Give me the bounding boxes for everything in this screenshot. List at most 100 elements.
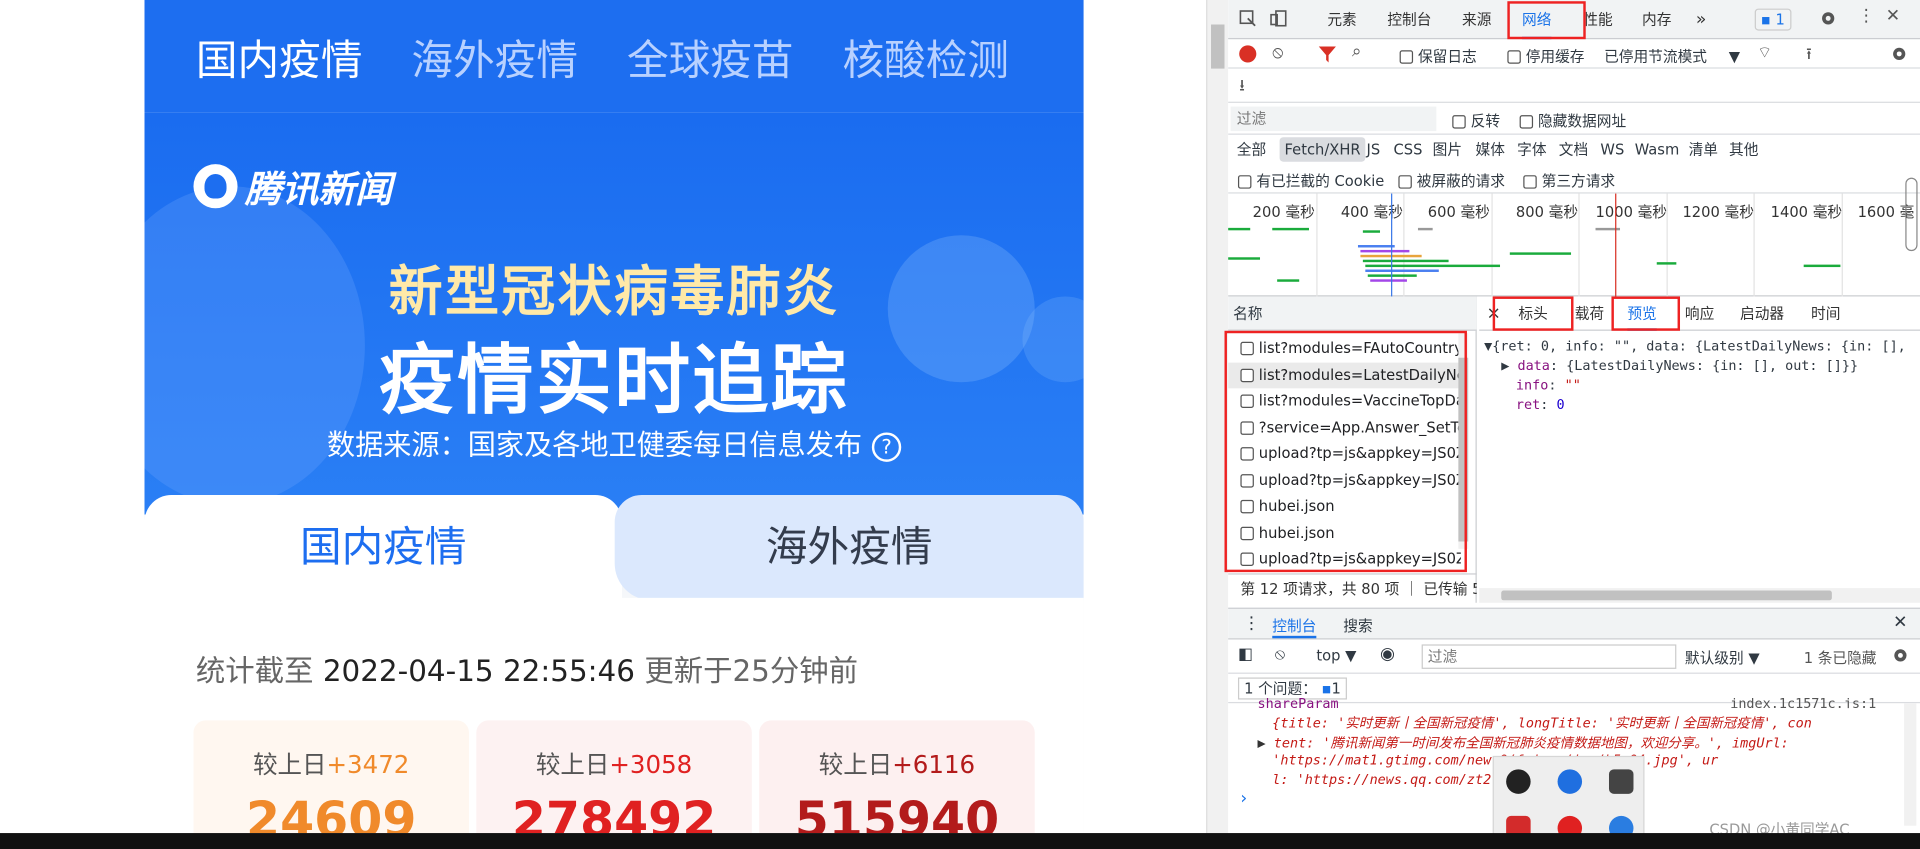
screenshot: 国内疫情 海外疫情 全球疫苗 核酸检测 腾讯新闻 新型冠状病毒肺炎 疫情实时追踪… [0,0,1920,849]
bluetooth-icon[interactable] [1557,769,1583,794]
preview-root[interactable]: ▼{ret: 0, info: "", data: {LatestDailyNe… [1484,338,1906,354]
checkbox[interactable] [1523,175,1537,189]
log-level-select[interactable]: 默认级别 ▼ [1685,647,1760,668]
devtools-tabbar: 元素 控制台 来源 网络 性能 内存 » ▪ 1 ⋮ ✕ [1228,0,1920,40]
stat-card: 较上日+3472 24609 [193,720,469,834]
tab-memory[interactable]: 内存 [1642,0,1671,39]
tab-payload[interactable]: 载荷 [1575,296,1604,330]
network-overview-timeline[interactable]: 200 毫秒 400 毫秒 600 毫秒 800 毫秒 1000 毫秒 1200… [1228,193,1920,297]
record-icon[interactable] [1239,45,1257,63]
blocked-cookies-checkbox[interactable]: 有已拦截的 Cookie [1237,170,1384,191]
type-filter-css[interactable]: CSS [1389,137,1428,162]
console-scrollbar[interactable] [1904,703,1917,826]
drawer-tab-search[interactable]: 搜索 [1343,615,1372,636]
third-party-label: 第三方请求 [1541,172,1616,190]
close-devtools-icon[interactable]: ✕ [1886,6,1900,26]
network-conditions-icon[interactable]: ⌔ [1757,43,1772,62]
timeline-bar [1365,264,1501,268]
preserve-log-checkbox[interactable]: 保留日志 [1399,45,1477,66]
filter-icon[interactable] [1318,44,1338,64]
tab-timing[interactable]: 时间 [1811,296,1840,330]
context-select[interactable]: top ▼ [1316,647,1356,664]
close-drawer-icon[interactable]: ✕ [1893,613,1907,633]
type-filter-img[interactable]: 图片 [1428,137,1467,162]
invert-checkbox[interactable]: 反转 [1452,110,1500,131]
preview-data-node[interactable]: ▶ data: {LatestDailyNews: {in: [], out: … [1501,358,1858,374]
context-value: top [1316,646,1341,665]
checkbox[interactable] [1519,115,1534,129]
expand-triangle-icon[interactable]: ▶ [1258,735,1274,751]
console-settings-gear-icon[interactable] [1891,646,1911,666]
checkbox[interactable] [1452,115,1466,129]
timeline-resize-handle[interactable] [1905,177,1918,252]
export-har-icon[interactable]: ⭳ [1239,75,1245,102]
security-shield-icon[interactable] [1608,769,1634,794]
eye-icon[interactable]: ◉ [1380,644,1395,664]
scrollbar-thumb[interactable] [1501,590,1832,601]
type-filter-ws[interactable]: WS [1596,137,1630,162]
issues-badge[interactable]: ▪ 1 [1754,8,1791,31]
drawer-tab-console[interactable]: 控制台 [1272,615,1317,639]
horizontal-scrollbar[interactable] [1479,588,1920,603]
blocked-requests-checkbox[interactable]: 被屏蔽的请求 [1398,170,1505,191]
type-filter-js[interactable]: JS [1362,137,1385,162]
json-value: {LatestDailyNews: {in: [], out: []}} [1566,357,1859,374]
throttle-select[interactable]: 已停用节流模式 ▼ [1604,45,1740,66]
checkbox[interactable] [1507,50,1521,64]
nav-tab-vaccine[interactable]: 全球疫苗 [627,26,794,86]
hide-data-urls-checkbox[interactable]: 隐藏数据网址 [1519,110,1626,131]
tab-console[interactable]: 控制台 [1387,0,1431,39]
nav-tab-overseas[interactable]: 海外疫情 [411,26,578,86]
nav-tab-domestic[interactable]: 国内疫情 [196,26,363,86]
console-source-link[interactable]: index.1c1571c.js:1 [1730,696,1876,708]
qq-penguin-icon[interactable] [1506,769,1531,794]
type-filter-doc[interactable]: 文档 [1554,137,1593,162]
type-filter-font[interactable]: 字体 [1512,137,1551,162]
checkbox[interactable] [1399,50,1414,64]
inspect-element-icon[interactable] [1238,9,1258,29]
filter-row: 过滤 反转 隐藏数据网址 [1228,103,1920,135]
import-har-icon[interactable]: ⭱ [1806,43,1812,70]
checkbox[interactable] [1237,175,1252,189]
nav-tab-nucleic-test[interactable]: 核酸检测 [842,26,1009,86]
network-filter-input[interactable]: 过滤 [1230,106,1437,132]
more-tabs-button[interactable]: » [1696,0,1707,39]
tab-domestic[interactable]: 国内疫情 [144,494,623,601]
drawer-menu-icon[interactable]: ⋮ [1243,614,1260,634]
tab-performance[interactable]: 性能 [1583,0,1612,39]
issues-count: 1 [1331,679,1341,698]
type-filter-fetch-xhr[interactable]: Fetch/XHR [1279,137,1366,162]
type-filter-wasm[interactable]: Wasm [1630,137,1684,162]
console-filter-input[interactable]: 过滤 [1421,644,1677,669]
type-filter-media[interactable]: 媒体 [1471,137,1510,162]
name-column-header[interactable]: 名称 [1228,296,1477,331]
scrollbar-thumb[interactable] [1211,24,1225,69]
stat-card: 较上日+3058 278492 [476,720,752,834]
type-filter-all[interactable]: 全部 [1232,137,1271,162]
tab-initiator[interactable]: 启动器 [1740,296,1784,330]
sidebar-toggle-icon[interactable]: ◧ [1238,646,1253,664]
tab-overseas[interactable]: 海外疫情 [614,494,1084,601]
tab-sources[interactable]: 来源 [1462,0,1491,39]
clear-icon[interactable]: ⦸ [1272,43,1283,63]
help-icon[interactable]: ? [871,431,902,462]
clear-console-icon[interactable]: ⦸ [1275,646,1285,664]
timeline-bar [1228,257,1261,260]
type-filter-manifest[interactable]: 清单 [1684,137,1723,162]
tab-elements[interactable]: 元素 [1327,0,1356,39]
timeline-label: 200 毫秒 [1252,203,1315,221]
console-prompt[interactable]: › [1240,789,1247,809]
search-icon[interactable]: ⌕ [1352,42,1362,62]
tab-response[interactable]: 响应 [1685,296,1714,330]
delta-label: 较上日 [253,749,327,780]
device-toolbar-icon[interactable] [1270,9,1290,29]
stat-value: 278492 [511,792,717,834]
data-source-label: 数据来源：国家及各地卫健委每日信息发布 [326,430,863,462]
disable-cache-checkbox[interactable]: 停用缓存 [1507,45,1585,66]
kebab-menu-icon[interactable]: ⋮ [1858,6,1875,26]
settings-gear-icon[interactable] [1818,9,1838,29]
type-filter-other[interactable]: 其他 [1724,137,1763,162]
network-settings-gear-icon[interactable] [1889,44,1909,64]
checkbox[interactable] [1398,175,1412,189]
third-party-checkbox[interactable]: 第三方请求 [1523,170,1615,191]
